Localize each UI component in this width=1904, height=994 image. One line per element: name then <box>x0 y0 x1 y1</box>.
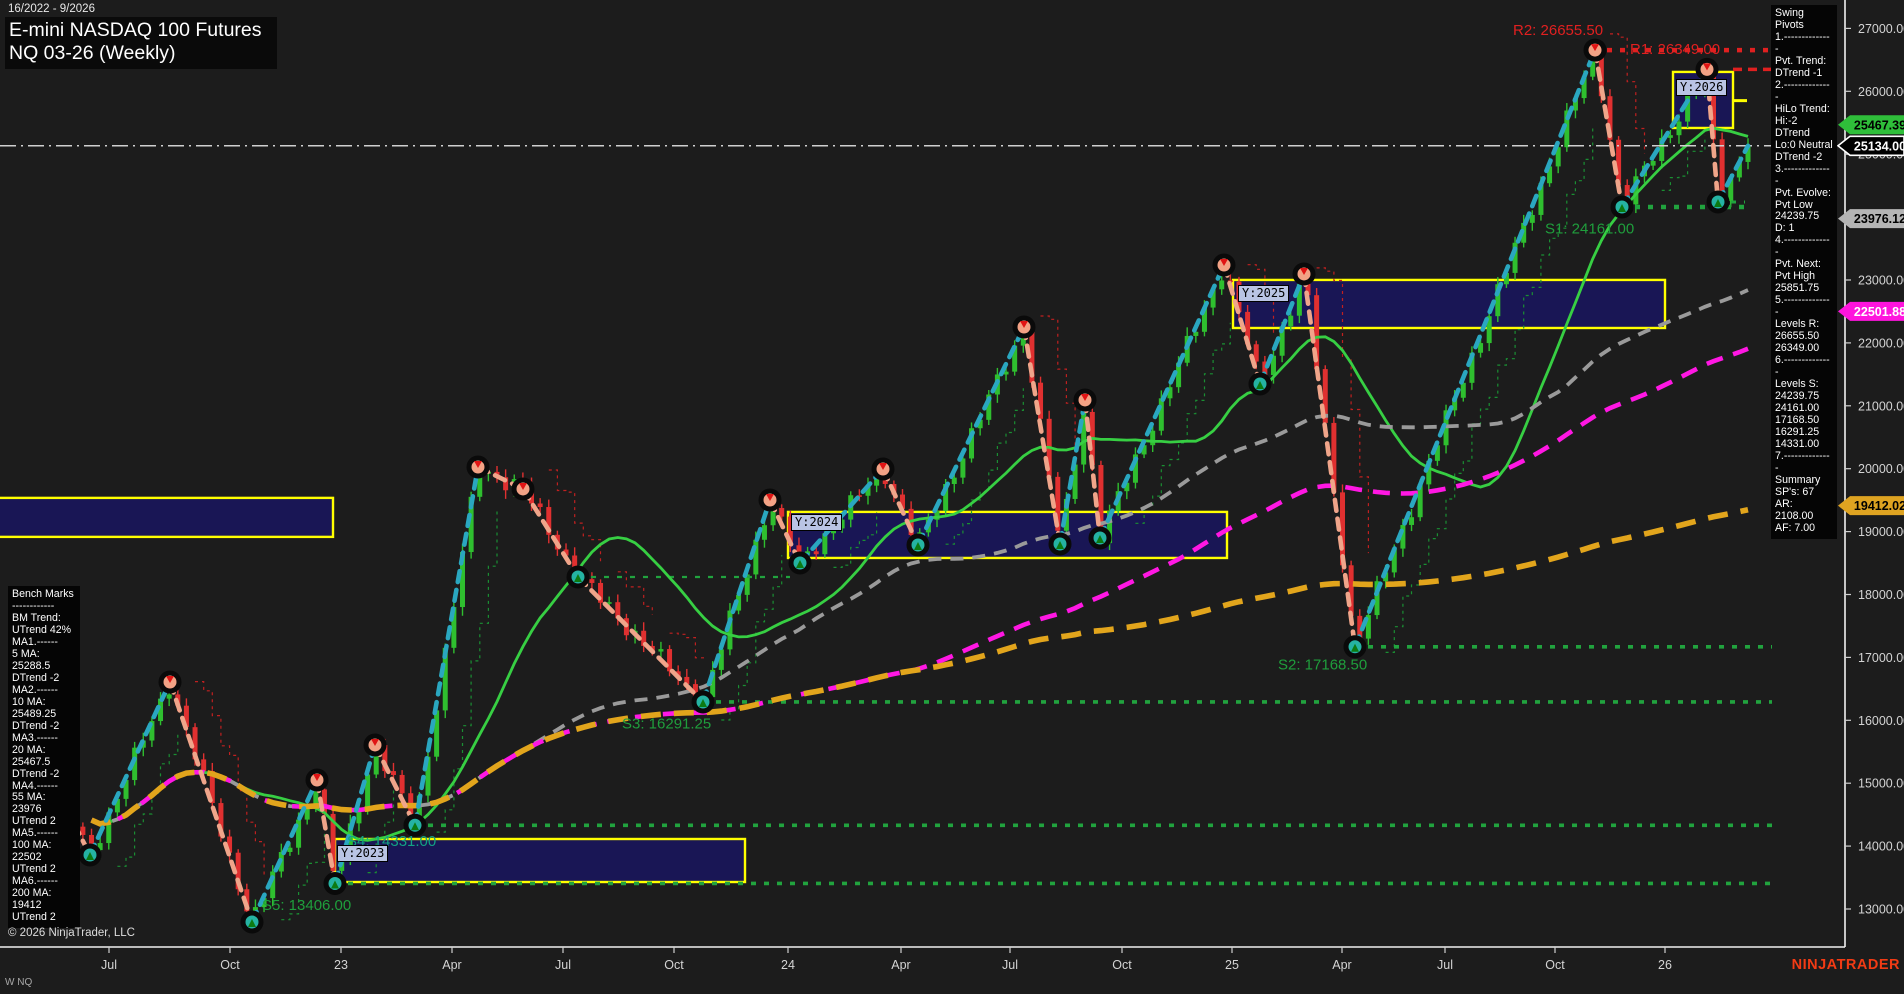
bench-marks-panel: Bench Marks ------------ BM Trend: UTren… <box>8 586 80 929</box>
time-axis-label: Apr <box>1332 958 1351 972</box>
price-tag-label: 22501.88 <box>1854 305 1904 319</box>
time-axis-label: Oct <box>1545 958 1565 972</box>
time-axis-label: 23 <box>334 958 348 972</box>
time-axis-label: 26 <box>1658 958 1672 972</box>
time-axis-label: 25 <box>1225 958 1239 972</box>
swing-segment <box>412 464 481 828</box>
ma-20-line <box>90 126 1749 842</box>
year-label[interactable]: Y:2026 <box>1676 78 1728 96</box>
time-axis-label: Oct <box>664 958 684 972</box>
chart-canvas[interactable]: R2: 26655.50 R1: 26349.00 S1: 24161.00 S2: … <box>0 0 1904 994</box>
time-axis-label: Apr <box>891 958 910 972</box>
price-tag-label: 25467.39 <box>1854 118 1904 132</box>
moving-averages-layer <box>90 126 1749 842</box>
copyright-label: © 2026 NinjaTrader, LLC <box>8 927 135 939</box>
date-range-label: 16/2022 - 9/2026 <box>8 3 95 15</box>
instrument-label: W NQ <box>5 977 33 988</box>
time-axis-label: Jul <box>1002 958 1018 972</box>
chart-title-line2: NQ 03-26 (Weekly) <box>9 42 176 64</box>
price-axis-label: 20000.00 <box>1858 462 1904 476</box>
pivot-trails-layer <box>117 33 1706 921</box>
price-axis-label: 19000.00 <box>1858 525 1904 539</box>
swing-segment <box>87 679 173 858</box>
time-axis-label: Jul <box>1437 958 1453 972</box>
price-axis-label: 26000.00 <box>1858 85 1904 99</box>
swing-segment <box>1301 271 1358 650</box>
price-axis-label: 16000.00 <box>1858 714 1904 728</box>
swing-segment <box>372 742 418 828</box>
swing-pivots-panel: Swing Pivots 1.-------------- Pvt. Trend… <box>1771 5 1837 539</box>
level-annotation: S5: 13406.00 <box>262 897 351 914</box>
swing-zigzag-layer <box>54 47 1751 925</box>
level-annotation: S3: 16291.25 <box>622 715 711 732</box>
ma-100-line <box>90 346 1749 827</box>
time-axis-label: Oct <box>220 958 240 972</box>
price-axis-label: 22000.00 <box>1858 336 1904 350</box>
year-box[interactable] <box>0 496 335 539</box>
swing-segment <box>167 679 255 925</box>
year-label[interactable]: Y:2023 <box>337 844 389 862</box>
level-annotation: R2: 26655.50 <box>1513 22 1603 39</box>
price-axis-label: 17000.00 <box>1858 651 1904 665</box>
ninjatrader-chart-window: R2: 26655.50 R1: 26349.00 S1: 24161.00 S2: … <box>0 0 1904 994</box>
level-annotation: S1: 24161.00 <box>1545 220 1634 237</box>
swing-segment <box>700 497 773 705</box>
year-label[interactable]: Y:2025 <box>1238 284 1290 302</box>
price-axis-label: 18000.00 <box>1858 588 1904 602</box>
price-tag-label: 23976.12 <box>1854 212 1904 226</box>
price-axis-label: 14000.00 <box>1858 840 1904 854</box>
price-axis-label: 13000.00 <box>1858 903 1904 917</box>
price-axis-label: 23000.00 <box>1858 274 1904 288</box>
time-axis-label: 24 <box>781 958 795 972</box>
year-label[interactable]: Y:2024 <box>791 513 843 531</box>
chart-title: E-mini NASDAQ 100 Futures NQ 03-26 (Week… <box>5 17 277 69</box>
price-tag-label: 25134.00 <box>1854 139 1904 153</box>
chart-title-line1: E-mini NASDAQ 100 Futures <box>9 19 262 41</box>
time-axis-label: Jul <box>101 958 117 972</box>
level-annotation: S2: 17168.50 <box>1278 656 1367 673</box>
level-annotation: R1: 26349.00 <box>1630 41 1720 58</box>
swing-segment <box>1592 47 1625 210</box>
year-box[interactable] <box>786 510 1229 560</box>
price-axis-label: 27000.00 <box>1858 22 1904 36</box>
time-axis-label: Oct <box>1112 958 1132 972</box>
price-axis-label: 21000.00 <box>1858 399 1904 413</box>
time-axis-label: Jul <box>555 958 571 972</box>
price-axis-label: 15000.00 <box>1858 777 1904 791</box>
time-axis-label: Apr <box>442 958 461 972</box>
ninjatrader-logo: NINJATRADER <box>1791 957 1900 973</box>
price-tag-label: 19412.02 <box>1854 499 1904 513</box>
